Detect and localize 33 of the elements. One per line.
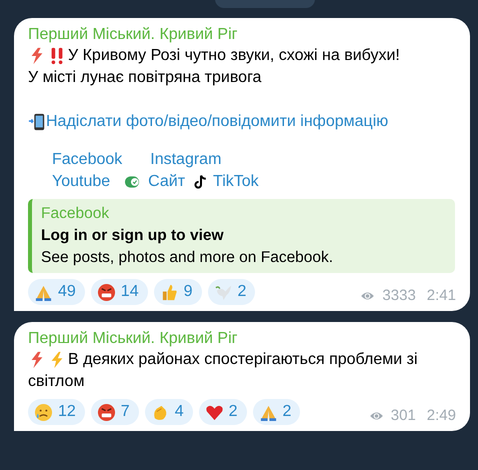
preview-site-name: Facebook [41, 204, 110, 224]
view-count: 3333 [382, 286, 416, 306]
social-link[interactable]: Youtube [52, 171, 110, 193]
channel-name[interactable]: Перший Міський. Кривий Ріг [28, 25, 456, 45]
message-text: світлом [28, 372, 84, 392]
reaction-button[interactable]: 2 [252, 399, 300, 425]
reaction-button[interactable]: 9 [154, 279, 202, 305]
social-link[interactable]: Сайт [148, 171, 186, 193]
message-time: 2:49 [426, 406, 456, 426]
reaction-button[interactable]: 4 [144, 399, 193, 425]
reaction-button[interactable]: 12 [28, 399, 85, 425]
angry-face-icon [96, 282, 116, 302]
preview-description: See posts, photos and more on Facebook. [41, 248, 334, 268]
link-preview[interactable]: Facebook Log in or sign up to view See posts, photos and more on Facebook. [28, 199, 455, 273]
message-text: У місті лунає повітряна тривога [28, 68, 262, 88]
message-text: В деяких районах спостерігаються проблеми зі [68, 350, 418, 370]
crying-face-icon [34, 402, 53, 422]
preview-title: Log in or sign up to view [41, 226, 225, 246]
reaction-button[interactable]: 7 [90, 399, 139, 425]
message-text: У Кривому Розі чутно звуки, схожі на вибухи! [68, 46, 400, 66]
reaction-button[interactable]: 14 [90, 279, 148, 305]
channel-name[interactable]: Перший Міський. Кривий Ріг [28, 329, 456, 349]
social-link[interactable]: Facebook [52, 149, 122, 171]
message-time: 2:41 [426, 286, 456, 306]
social-link[interactable]: TikTok [213, 171, 259, 193]
reaction-button[interactable]: 2 [198, 399, 247, 425]
reaction-button[interactable]: 49 [28, 279, 85, 305]
reaction-button[interactable]: 2 [208, 279, 256, 305]
social-link[interactable]: Instagram [150, 149, 222, 171]
view-count: 301 [390, 406, 416, 426]
send-info-link[interactable]: Надіслати фото/відео/повідомити інформацію [46, 111, 388, 133]
phone-icon [28, 113, 46, 131]
angry-face-icon [96, 402, 116, 422]
